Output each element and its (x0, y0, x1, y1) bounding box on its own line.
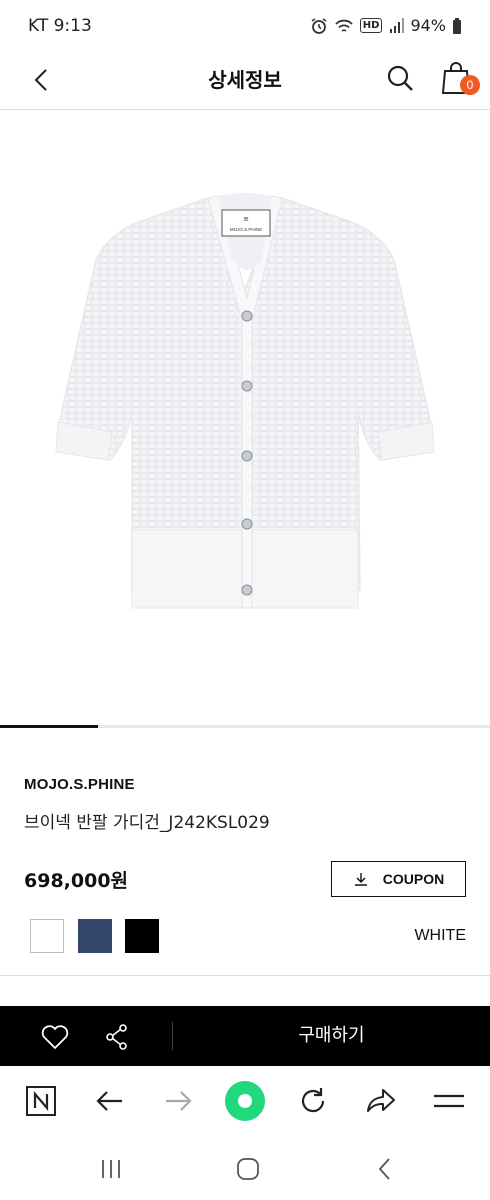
naver-n-icon (26, 1086, 56, 1116)
image-pagination (0, 725, 490, 728)
reload-button[interactable] (296, 1084, 330, 1118)
download-icon (354, 873, 367, 886)
browser-back-button[interactable] (93, 1084, 127, 1118)
wishlist-button[interactable] (40, 1022, 70, 1052)
color-swatch-white[interactable] (30, 919, 64, 953)
share-button[interactable] (104, 1022, 130, 1052)
selected-color-label: WHITE (414, 927, 466, 944)
arrow-right-icon (166, 1091, 192, 1111)
green-dot-icon (225, 1081, 265, 1121)
product-name: 브이넥 반팔 가디건_J242KSL029 (24, 813, 270, 833)
home-icon (237, 1158, 259, 1180)
search-icon (387, 65, 413, 91)
alarm-icon (311, 17, 327, 34)
reload-icon (301, 1088, 325, 1113)
hamburger-icon (434, 1094, 464, 1108)
cart-button[interactable]: 0 (440, 60, 480, 100)
system-home-button[interactable] (235, 1156, 261, 1182)
signal-icon (390, 17, 405, 33)
carrier-time: KT 9:13 (28, 16, 92, 36)
arrow-left-icon (96, 1091, 122, 1111)
browser-menu-button[interactable] (432, 1084, 466, 1118)
divider (0, 975, 490, 976)
cardigan-image: ≡ MOJO.S.PHINE (55, 193, 435, 609)
hd-badge: HD (359, 18, 383, 33)
system-back-button[interactable] (372, 1156, 398, 1182)
battery-level: 94% (410, 16, 446, 35)
svg-text:≡: ≡ (243, 215, 249, 223)
cart-count-badge: 0 (460, 75, 480, 95)
heart-icon (41, 1025, 69, 1049)
color-swatch-black[interactable] (125, 919, 159, 953)
wifi-icon (335, 19, 353, 32)
product-image[interactable]: ≡ MOJO.S.PHINE (0, 110, 490, 725)
page-title: 상세정보 (208, 68, 282, 92)
image-pagination-active (0, 725, 98, 728)
coupon-download-button[interactable]: COUPON (331, 861, 466, 897)
browser-forward-button[interactable] (161, 1084, 195, 1118)
recents-icon (102, 1160, 120, 1178)
browser-share-button[interactable] (364, 1084, 398, 1118)
status-icons: HD 94% (310, 16, 462, 35)
chevron-left-icon (378, 1158, 390, 1180)
garment-label-text: MOJO.S.PHINE (230, 227, 262, 232)
share-icon (106, 1024, 127, 1050)
search-button[interactable] (384, 63, 416, 95)
recent-apps-button[interactable] (98, 1156, 124, 1182)
naver-home-button[interactable] (24, 1084, 58, 1118)
buy-button[interactable]: 구매하기 (173, 1006, 490, 1066)
browser-toolbar (0, 1066, 490, 1136)
coupon-label: COUPON (382, 871, 445, 887)
color-swatch-navy[interactable] (78, 919, 112, 953)
purchase-bar: 구매하기 (0, 1006, 490, 1066)
brand-name[interactable]: MOJO.S.PHINE (24, 776, 135, 793)
browser-home-button[interactable] (224, 1080, 266, 1122)
app-header: 상세정보 0 (0, 52, 490, 110)
product-price: 698,000원 (24, 870, 129, 892)
forward-share-icon (367, 1089, 395, 1112)
status-bar: KT 9:13 HD 94% (0, 0, 490, 52)
system-nav-bar (0, 1136, 490, 1200)
battery-icon (453, 17, 461, 34)
